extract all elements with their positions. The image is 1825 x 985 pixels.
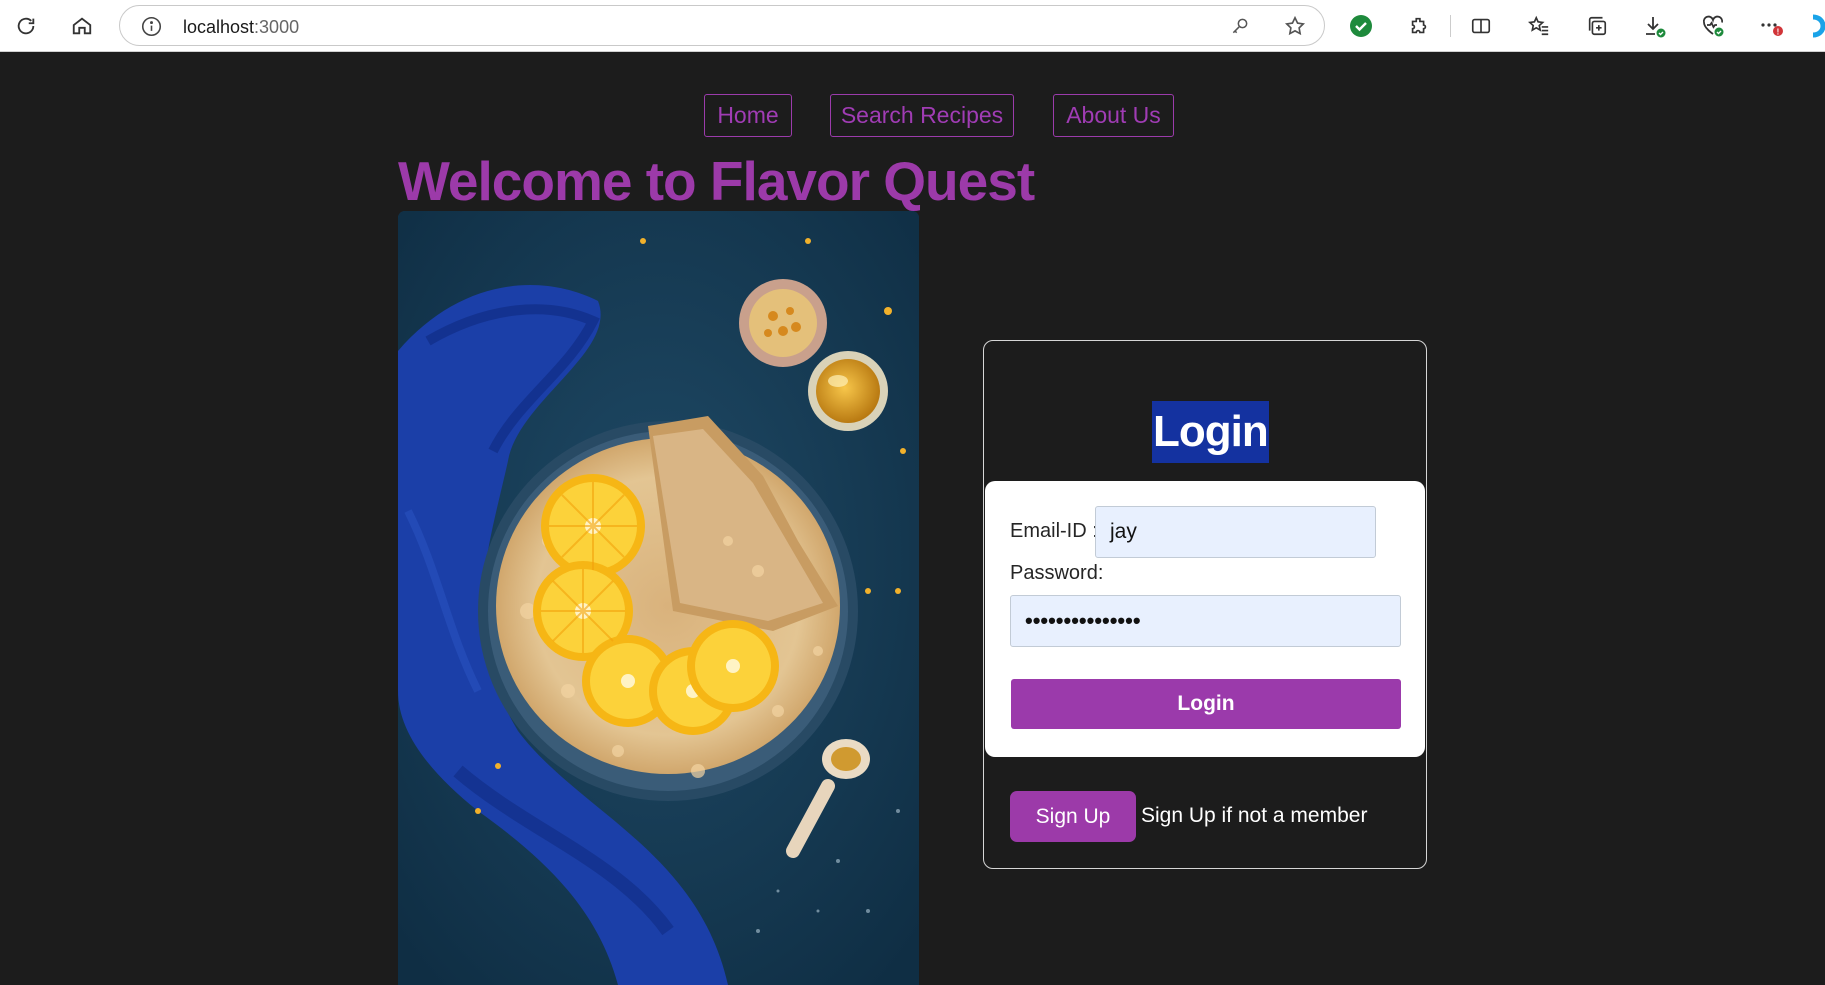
favorites-icon[interactable] [1521, 8, 1557, 44]
site-info-icon[interactable] [141, 16, 162, 37]
login-title: Login [1152, 401, 1269, 463]
url-text: localhost:3000 [183, 17, 299, 38]
crepes-photo [398, 211, 919, 985]
extensions-icon[interactable] [1401, 8, 1437, 44]
extension-check-icon[interactable] [1343, 8, 1379, 44]
login-form: Email-ID : jay Password: •••••••••••••••… [985, 481, 1425, 757]
svg-text:!: ! [1777, 28, 1780, 37]
url-port: :3000 [254, 17, 300, 37]
nav-about-us-link[interactable]: About Us [1053, 94, 1174, 137]
browser-toolbar: localhost:3000 ! [0, 0, 1825, 52]
password-field[interactable]: ••••••••••••••• [1010, 595, 1401, 647]
email-field[interactable]: jay [1095, 506, 1376, 558]
signup-button[interactable]: Sign Up [1010, 791, 1136, 842]
split-screen-icon[interactable] [1463, 8, 1499, 44]
login-button[interactable]: Login [1011, 679, 1401, 729]
browser-essentials-icon[interactable] [1695, 8, 1731, 44]
toolbar-divider [1450, 15, 1451, 37]
copilot-icon[interactable] [1803, 8, 1825, 44]
home-icon[interactable] [64, 8, 100, 44]
downloads-icon[interactable] [1637, 8, 1673, 44]
url-host: localhost [183, 17, 255, 37]
email-label: Email-ID : [1010, 520, 1098, 542]
page-title: Welcome to Flavor Quest [398, 150, 1035, 212]
more-menu-icon[interactable]: ! [1753, 8, 1789, 44]
signup-note: Sign Up if not a member [1141, 804, 1368, 827]
password-label: Password: [1010, 562, 1104, 584]
reload-icon[interactable] [8, 8, 44, 44]
address-bar[interactable]: localhost:3000 [119, 5, 1325, 46]
login-card: Login Email-ID : jay Password: •••••••••… [983, 340, 1427, 869]
nav-home-link[interactable]: Home [704, 94, 792, 137]
collections-icon[interactable] [1579, 8, 1615, 44]
page-content: Home Search Recipes About Us Welcome to … [0, 53, 1825, 985]
key-icon[interactable] [1230, 16, 1250, 41]
nav-search-recipes-link[interactable]: Search Recipes [830, 94, 1014, 137]
favorite-star-icon[interactable] [1284, 15, 1306, 42]
